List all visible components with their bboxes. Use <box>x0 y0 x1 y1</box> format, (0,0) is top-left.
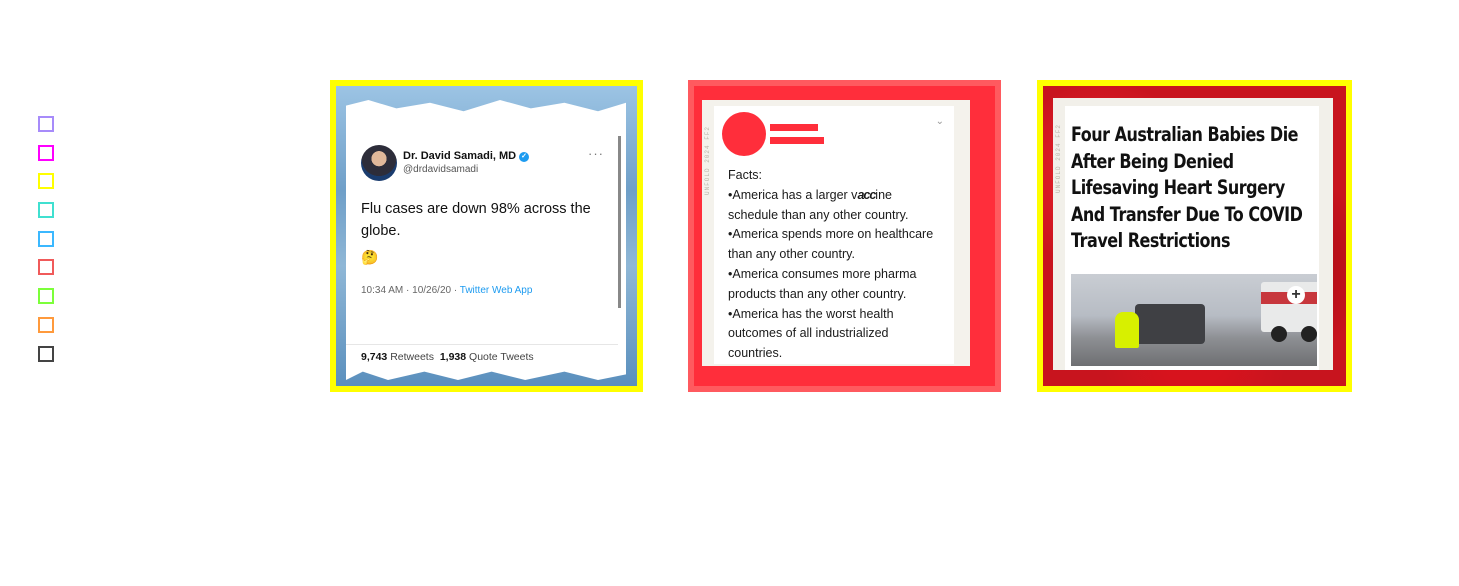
facts-card[interactable]: UNFOLD 2024 FF2 ⌄ Facts: •America has a … <box>688 80 1001 392</box>
fact-line: than any other country. <box>728 247 855 262</box>
news-photo: + <box>1071 274 1317 366</box>
facts-text: Facts: •America has a larger vaccine sch… <box>728 166 954 364</box>
swatch-orange[interactable] <box>38 316 54 333</box>
headline-card[interactable]: UNFOLD 2024 FF2 Four Australian Babies D… <box>1037 80 1352 392</box>
more-options-icon: ··· <box>588 146 604 161</box>
author-name-text: Dr. David Samadi, MD <box>403 150 517 162</box>
thinking-face-emoji: 🤔 <box>361 249 379 265</box>
redacted-name-bar <box>770 124 818 131</box>
fact-line: •America consumes more pharma <box>728 266 917 281</box>
redacted-handle-bar <box>770 137 824 144</box>
wheel-shape <box>1271 326 1287 342</box>
swatch-coral[interactable] <box>38 259 54 276</box>
tweet-text: Flu cases are down 98% across the globe. <box>361 201 591 239</box>
facts-post: ⌄ Facts: •America has a larger vaccine s… <box>714 106 954 364</box>
quotes-label: Quote Tweets <box>469 351 534 363</box>
scribbled-text: acc <box>857 187 876 202</box>
fact-line: •America has the worst health <box>728 306 894 321</box>
quotes-count: 1,938 <box>439 351 467 363</box>
tweet-stats: 9,743 Retweets 1,938 Quote Tweets <box>361 351 534 363</box>
fact-line: •America has a larger vaccine <box>728 186 954 206</box>
fact-line: countries. <box>728 346 783 361</box>
fact-line-end: ine <box>875 187 892 202</box>
paper-frame: UNFOLD 2024 FF2 Four Australian Babies D… <box>1053 98 1333 370</box>
fact-line: outcomes of all industrialized <box>728 326 889 341</box>
verified-badge-icon: ✓ <box>519 152 530 162</box>
tweet-author-name: Dr. David Samadi, MD ✓ <box>403 150 530 162</box>
swatch-lime[interactable] <box>38 288 54 305</box>
swatch-sky-blue[interactable] <box>38 230 54 247</box>
fact-line: products than any other country. <box>728 286 907 301</box>
swatch-violet[interactable] <box>38 116 54 132</box>
swatch-magenta[interactable] <box>38 144 54 161</box>
tweet-card[interactable]: Dr. David Samadi, MD ✓ @drdavidsamadi ···… <box>330 80 643 392</box>
retweets-label: Retweets <box>390 351 434 363</box>
expand-plus-icon[interactable]: + <box>1287 286 1305 304</box>
fact-line: •America spends more on healthcare <box>728 227 934 242</box>
redacted-avatar <box>722 112 766 156</box>
fact-line: schedule than any other country. <box>728 207 909 222</box>
chevron-down-icon: ⌄ <box>935 116 944 127</box>
tweet: Dr. David Samadi, MD ✓ @drdavidsamadi ···… <box>346 136 621 363</box>
torn-paper: Dr. David Samadi, MD ✓ @drdavidsamadi ···… <box>346 100 626 380</box>
tweet-source: Twitter Web App <box>459 285 533 296</box>
swatch-turquoise[interactable] <box>38 202 54 219</box>
avatar <box>361 145 397 181</box>
stretcher-shape <box>1135 304 1205 344</box>
side-label: UNFOLD 2024 FF2 <box>1055 124 1062 194</box>
swatch-yellow[interactable] <box>38 173 54 190</box>
worker-shape <box>1115 312 1139 348</box>
tweet-meta: 10:34 AM · 10/26/20 · Twitter Web App <box>361 285 532 296</box>
paper-frame: UNFOLD 2024 FF2 ⌄ Facts: •America has a … <box>702 100 970 366</box>
retweets-count: 9,743 <box>361 351 388 363</box>
fact-line-start: •America has a larger v <box>728 187 858 202</box>
facts-heading: Facts: <box>728 168 763 182</box>
swatch-dark-gray[interactable] <box>38 345 54 362</box>
tweet-handle: @drdavidsamadi <box>403 164 479 175</box>
divider <box>346 344 618 345</box>
color-palette <box>38 116 54 374</box>
tweet-timestamp: 10:34 AM · 10/26/20 · <box>361 285 460 296</box>
side-label: UNFOLD 2024 FF2 <box>704 126 711 196</box>
wheel-shape <box>1301 326 1317 342</box>
news-article: Four Australian Babies Die After Being D… <box>1065 106 1319 370</box>
news-headline: Four Australian Babies Die After Being D… <box>1071 123 1303 252</box>
